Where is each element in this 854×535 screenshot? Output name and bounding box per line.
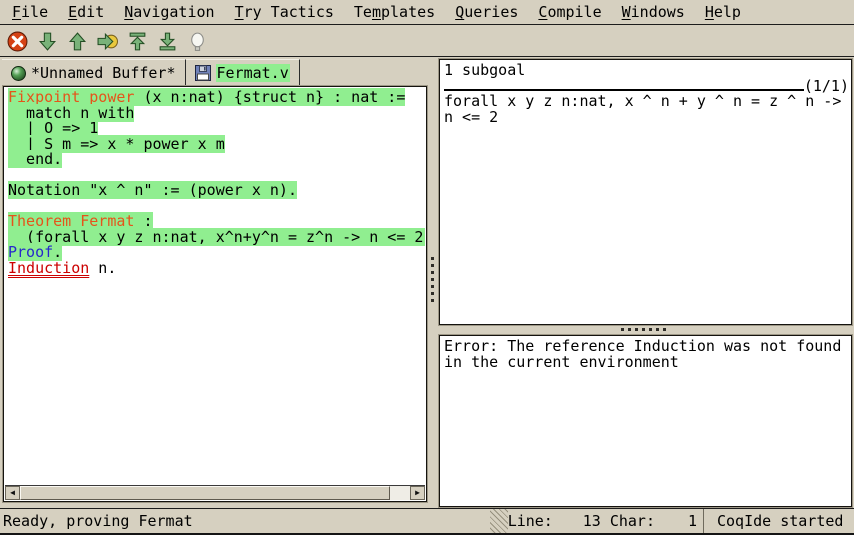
- tab-fermat-v[interactable]: Fermat.v: [186, 59, 300, 86]
- goal-pane: 1 subgoal (1/1) forall x y z n:nat, x ^ …: [439, 59, 852, 325]
- splitter-grip: [621, 328, 666, 331]
- app-status: CoqIde started: [703, 509, 854, 533]
- script-editor-pane[interactable]: Fixpoint power (x n:nat) {struct n} : na…: [3, 86, 427, 502]
- step-forward-icon: [37, 31, 58, 52]
- status-bar: Ready, proving Fermat Line: 13 Char: 1 C…: [0, 508, 854, 535]
- line-label: Line:: [508, 512, 553, 530]
- error-message: Error: The reference Induction was not f…: [444, 338, 849, 370]
- run-to-end-button[interactable]: [156, 30, 178, 52]
- code-line: Notation "x ^ n" := (power x n).: [8, 183, 425, 199]
- scrollbar-trough[interactable]: [390, 486, 410, 500]
- menu-edit[interactable]: Edit: [58, 1, 114, 23]
- code-line: end.: [8, 152, 425, 168]
- resize-grip[interactable]: [490, 509, 508, 533]
- status-message: Ready, proving Fermat: [0, 512, 490, 530]
- splitter-grip: [431, 257, 434, 302]
- menu-try-tactics[interactable]: Try Tactics: [225, 1, 344, 23]
- stop-icon: [7, 31, 28, 52]
- message-pane: Error: The reference Induction was not f…: [439, 335, 852, 507]
- menu-file[interactable]: File: [2, 1, 58, 23]
- text-line: Error: The reference Induction was not f…: [444, 338, 849, 354]
- subgoal-header: 1 subgoal: [444, 62, 849, 78]
- toolbar: [0, 26, 854, 57]
- menu-queries[interactable]: Queries: [445, 1, 528, 23]
- code-line: | S m => x * power x m: [8, 137, 425, 153]
- separator-line: [444, 89, 804, 91]
- text-line: forall x y z n:nat, x ^ n + y ^ n = z ^ …: [444, 93, 849, 109]
- vertical-splitter[interactable]: [429, 59, 437, 507]
- stop-button[interactable]: [6, 30, 28, 52]
- tab-label: Fermat.v: [216, 64, 290, 82]
- floppy-icon: [195, 65, 211, 81]
- step-backward-button[interactable]: [66, 30, 88, 52]
- coqide-window: FileEditNavigationTry TacticsTemplatesQu…: [0, 0, 854, 535]
- tab-strip: *Unnamed Buffer* Fermat.v: [2, 59, 300, 86]
- sphere-icon: [11, 66, 26, 81]
- char-value: 1: [655, 512, 697, 530]
- step-forward-button[interactable]: [36, 30, 58, 52]
- text-line: n <= 2: [444, 109, 849, 125]
- goal-separator: (1/1): [444, 78, 849, 93]
- tab-unnamed-buffer[interactable]: *Unnamed Buffer*: [2, 59, 186, 86]
- run-to-start-icon: [127, 31, 148, 52]
- lightbulb-button[interactable]: [186, 30, 208, 52]
- step-backward-icon: [67, 31, 88, 52]
- run-to-end-icon: [157, 31, 178, 52]
- code-line: Induction n.: [8, 261, 425, 277]
- scroll-right-button[interactable]: ▶: [410, 486, 425, 500]
- menu-templates[interactable]: Templates: [344, 1, 445, 23]
- code-line: (forall x y z n:nat, x^n+y^n = z^n -> n …: [8, 230, 425, 246]
- menu-help[interactable]: Help: [695, 1, 751, 23]
- text-line: in the current environment: [444, 354, 849, 370]
- scroll-left-button[interactable]: ◀: [5, 486, 20, 500]
- menu-bar: FileEditNavigationTry TacticsTemplatesQu…: [0, 0, 854, 25]
- char-label: Char:: [610, 512, 655, 530]
- script-code[interactable]: Fixpoint power (x n:nat) {struct n} : na…: [5, 88, 425, 485]
- run-to-start-button[interactable]: [126, 30, 148, 52]
- menu-compile[interactable]: Compile: [528, 1, 611, 23]
- horizontal-scrollbar[interactable]: ◀ ▶: [5, 485, 425, 500]
- line-value: 13: [553, 512, 601, 530]
- lightbulb-icon: [187, 31, 208, 52]
- run-to-cursor-icon: [97, 31, 118, 52]
- menu-windows[interactable]: Windows: [612, 1, 695, 23]
- horizontal-splitter[interactable]: [439, 326, 852, 335]
- menu-navigation[interactable]: Navigation: [114, 1, 224, 23]
- tab-label: *Unnamed Buffer*: [31, 64, 176, 82]
- run-to-cursor-button[interactable]: [96, 30, 118, 52]
- goal-statement: forall x y z n:nat, x ^ n + y ^ n = z ^ …: [444, 93, 849, 125]
- scrollbar-thumb[interactable]: [20, 486, 390, 500]
